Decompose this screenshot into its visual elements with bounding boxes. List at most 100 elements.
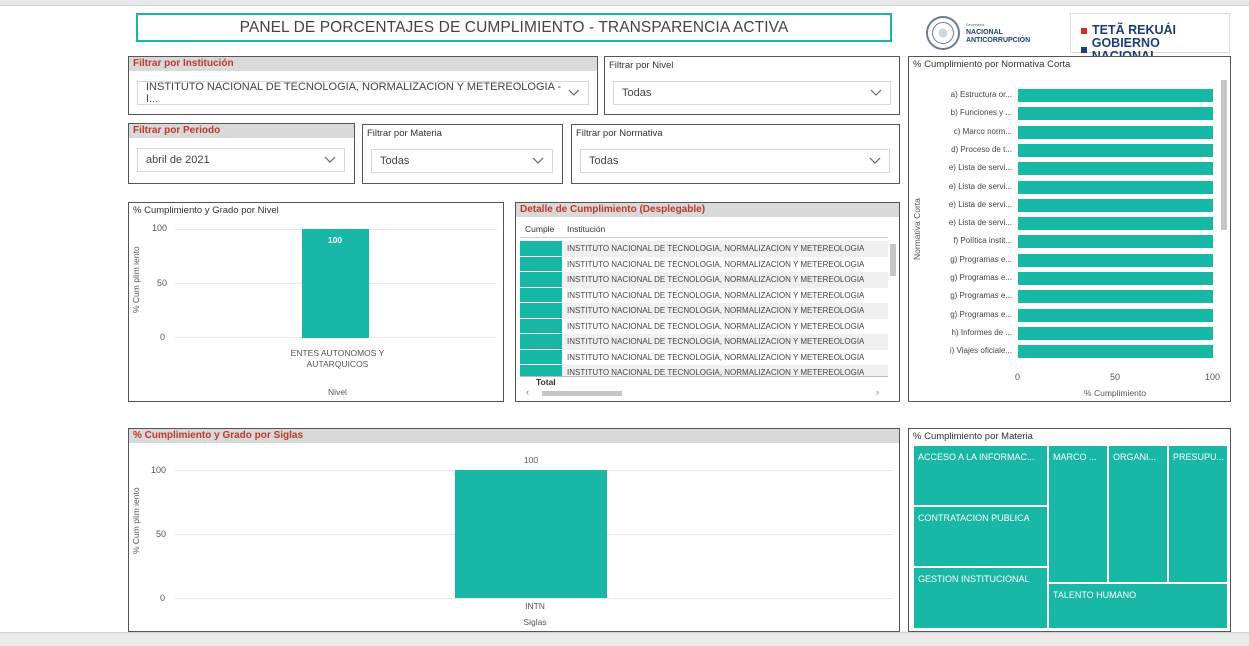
treemap-cell-organi[interactable]: ORGANI... — [1108, 445, 1168, 583]
nivel-dropdown[interactable]: Todas — [613, 81, 891, 105]
browser-top-strip — [0, 0, 1249, 6]
filter-nivel-slicer: Filtrar por Nivel Todas — [604, 56, 900, 115]
filter-normativa-label: Filtrar por Normativa — [576, 128, 663, 139]
table-row[interactable]: INSTITUTO NACIONAL DE TECNOLOGIA, NORMAL… — [520, 256, 888, 272]
bar[interactable] — [1018, 235, 1213, 249]
cumple-cell — [520, 241, 562, 257]
chevron-down-icon — [568, 89, 580, 96]
table-total-label: Total — [536, 377, 556, 387]
table-row[interactable]: INSTITUTO NACIONAL DE TECNOLOGIA, NORMAL… — [520, 349, 888, 365]
logo-line1: NACIONAL — [966, 29, 1003, 36]
bar[interactable] — [1018, 217, 1213, 231]
bar[interactable] — [1018, 89, 1213, 102]
bar[interactable] — [1018, 143, 1213, 157]
institucion-cell: INSTITUTO NACIONAL DE TECNOLOGIA, NORMAL… — [567, 275, 865, 285]
chart-normativa-title: % Cumplimiento por Normativa Corta — [913, 59, 1071, 70]
cumple-cell — [520, 318, 562, 334]
cumple-cell — [520, 272, 562, 288]
cumple-cell — [520, 349, 562, 365]
cumple-cell — [520, 303, 562, 319]
normativa-scrollbar[interactable] — [1221, 80, 1227, 230]
cumple-cell — [520, 287, 562, 303]
normativa-category-label: a) Estructura or... — [950, 90, 1012, 99]
scroll-right-icon[interactable]: › — [876, 387, 879, 397]
treemap-cell-marco[interactable]: MARCO ... — [1048, 445, 1108, 583]
normativa-category-label: h) Informes de ... — [951, 327, 1012, 337]
table-horizontal-scrollbar[interactable]: ‹ › — [520, 387, 888, 398]
nivel-value: Todas — [622, 87, 652, 99]
treemap-cell-gestion[interactable]: GESTION INSTITUCIONAL — [913, 567, 1048, 629]
filter-periodo-label: Filtrar por Periodo — [129, 124, 354, 138]
treemap-cell-acceso[interactable]: ACCESO A LA INFORMAC... — [913, 445, 1048, 506]
chart-normativa-xtick: 100 — [1205, 372, 1221, 382]
table-row[interactable]: INSTITUTO NACIONAL DE TECNOLOGIA, NORMAL… — [520, 303, 888, 319]
detalle-table-title: Detalle de Cumplimiento (Desplegable) — [516, 203, 899, 217]
chart-nivel-ytick: 0 — [160, 332, 166, 342]
periodo-dropdown[interactable]: abril de 2021 — [137, 148, 345, 172]
institucion-dropdown[interactable]: INSTITUTO NACIONAL DE TECNOLOGIA, NORMAL… — [137, 81, 589, 105]
institucion-value: INSTITUTO NACIONAL DE TECNOLOGIA, NORMAL… — [146, 81, 562, 105]
chart-siglas-ytick: 50 — [156, 529, 167, 539]
chevron-down-icon — [324, 156, 336, 163]
normativa-dropdown[interactable]: Todas — [580, 149, 890, 173]
chart-normativa-xtick: 50 — [1110, 372, 1121, 382]
table-row[interactable]: INSTITUTO NACIONAL DE TECNOLOGIA, NORMAL… — [520, 272, 888, 288]
institucion-cell: INSTITUTO NACIONAL DE TECNOLOGIA, NORMAL… — [567, 244, 865, 254]
page-title: PANEL DE PORCENTAJES DE CUMPLIMIENTO - T… — [136, 13, 892, 42]
table-row[interactable]: INSTITUTO NACIONAL DE TECNOLOGIA, NORMAL… — [520, 287, 888, 303]
cumple-cell — [520, 334, 562, 350]
chart-nivel-category-label: ENTES AUTONOMOS Y AUTARQUICOS — [290, 348, 385, 369]
chart-siglas-xlabel: Siglas — [523, 617, 547, 627]
bar[interactable] — [455, 470, 607, 598]
normativa-category-label: i) Viajes oficiale... — [949, 346, 1012, 356]
cumple-cell — [520, 256, 562, 272]
bar[interactable] — [1018, 308, 1213, 322]
filter-materia-slicer: Filtrar por Materia Todas — [362, 124, 563, 184]
normativa-category-label: b) Funciones y ... — [950, 108, 1012, 118]
periodo-value: abril de 2021 — [146, 154, 210, 166]
normativa-category-label: g) Programas e... — [950, 291, 1012, 301]
treemap-cell-presupu[interactable]: PRESUPU... — [1168, 445, 1228, 583]
gridline — [175, 598, 893, 599]
chart-nivel-data-label: 100 — [327, 235, 343, 245]
bar[interactable] — [302, 229, 369, 338]
bar[interactable] — [1018, 162, 1213, 176]
filter-periodo-slicer: Filtrar por Periodo abril de 2021 — [128, 123, 355, 184]
institucion-cell: INSTITUTO NACIONAL DE TECNOLOGIA, NORMAL… — [567, 306, 865, 316]
bar[interactable] — [1018, 180, 1213, 194]
bar[interactable] — [1018, 345, 1213, 359]
bar[interactable] — [1018, 107, 1213, 121]
institucion-cell: INSTITUTO NACIONAL DE TECNOLOGIA, NORMAL… — [567, 290, 865, 300]
col-cumple-header[interactable]: Cumple — [520, 224, 562, 234]
chart-nivel-ytick: 50 — [157, 278, 168, 288]
normativa-value: Todas — [589, 155, 619, 167]
bar[interactable] — [1018, 125, 1213, 139]
seal-icon — [926, 16, 960, 50]
materia-dropdown[interactable]: Todas — [371, 149, 553, 173]
table-total-row: Total — [520, 376, 888, 388]
chart-siglas-title: % Cumplimiento y Grado por Siglas — [129, 429, 899, 443]
table-row[interactable]: INSTITUTO NACIONAL DE TECNOLOGIA, NORMAL… — [520, 241, 888, 257]
institucion-cell: INSTITUTO NACIONAL DE TECNOLOGIA, NORMAL… — [567, 337, 865, 347]
treemap-cell-contratacion[interactable]: CONTRATACION PUBLICA — [913, 506, 1048, 567]
table-row[interactable]: INSTITUTO NACIONAL DE TECNOLOGIA, NORMAL… — [520, 318, 888, 334]
treemap-cell-talento[interactable]: TALENTO HUMANO — [1048, 583, 1228, 629]
bar[interactable] — [1018, 198, 1213, 212]
chart-siglas-category-label: INTN — [525, 601, 545, 611]
normativa-category-label: e) Lista de servi... — [948, 199, 1012, 209]
table-row[interactable]: INSTITUTO NACIONAL DE TECNOLOGIA, NORMAL… — [520, 334, 888, 350]
table-vertical-scrollbar[interactable] — [889, 230, 897, 380]
institucion-cell: INSTITUTO NACIONAL DE TECNOLOGIA, NORMAL… — [567, 259, 865, 269]
chevron-down-icon — [869, 157, 881, 164]
bar[interactable] — [1018, 290, 1213, 304]
chevron-down-icon — [532, 157, 544, 164]
bottom-status-strip — [0, 632, 1249, 646]
scroll-left-icon[interactable]: ‹ — [526, 387, 529, 397]
bar[interactable] — [1018, 253, 1213, 267]
bar[interactable] — [1018, 326, 1213, 340]
filter-materia-label: Filtrar por Materia — [367, 128, 442, 139]
col-institucion-header[interactable]: Institución — [562, 224, 605, 234]
bar[interactable] — [1018, 272, 1213, 285]
filter-nivel-label: Filtrar por Nivel — [609, 60, 674, 71]
normativa-category-label: e) Lista de servi... — [948, 163, 1012, 173]
